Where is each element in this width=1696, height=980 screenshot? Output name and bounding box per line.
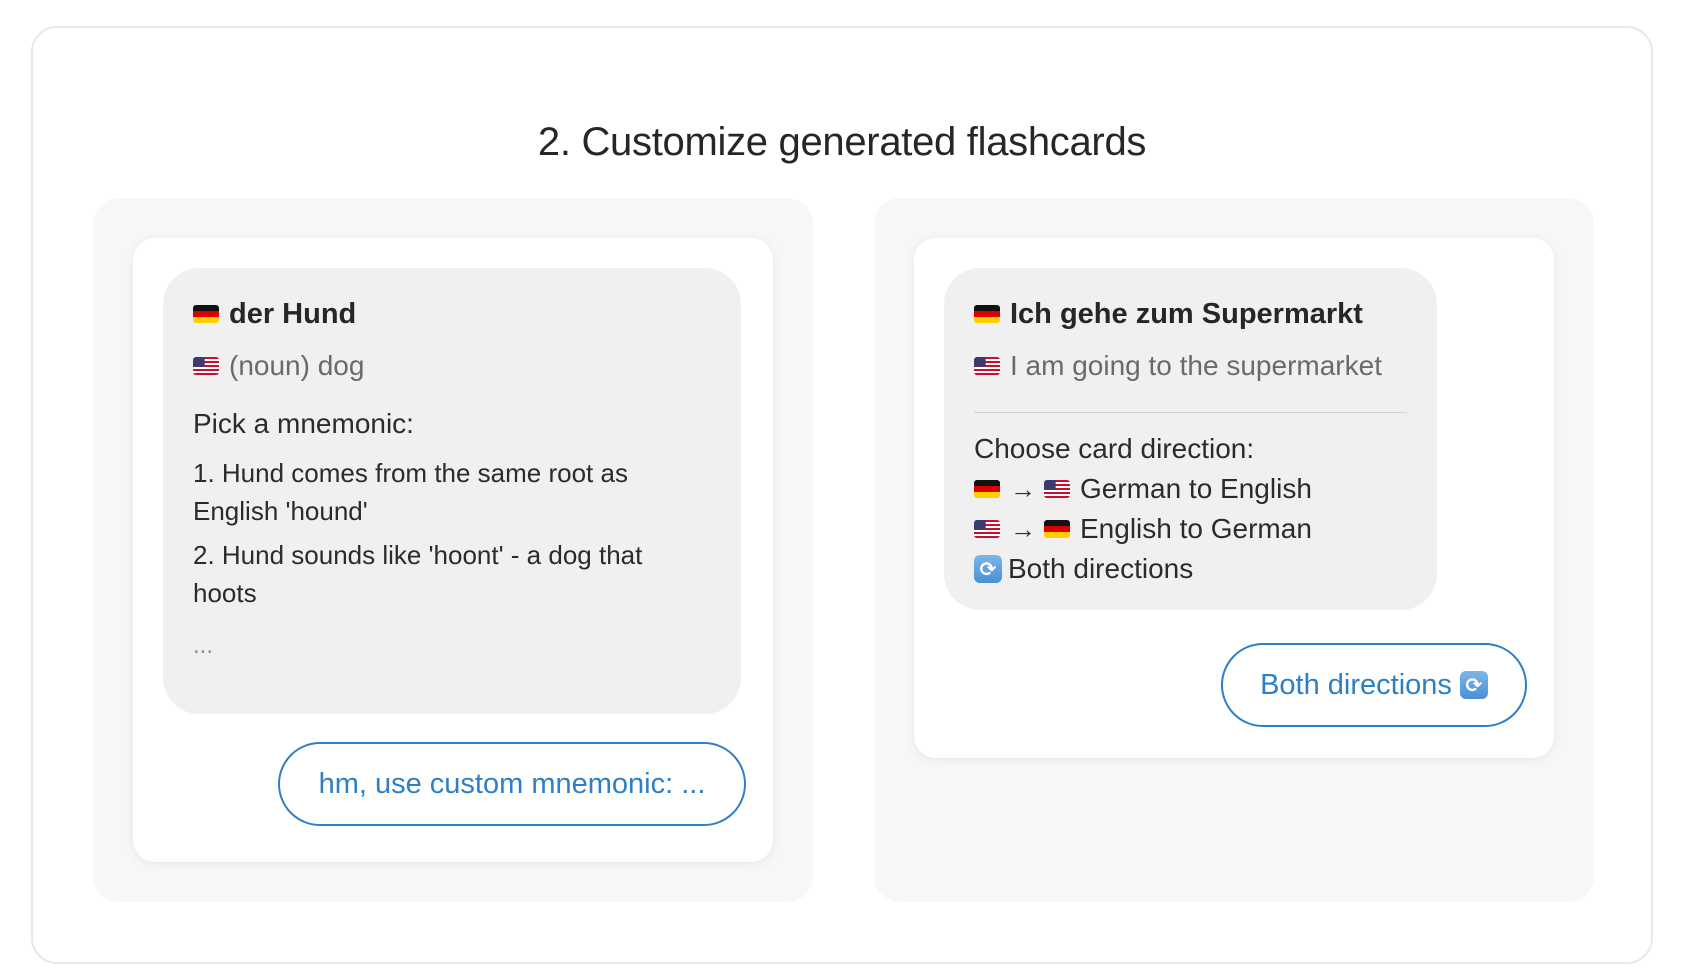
german-flag-icon	[974, 305, 1000, 323]
divider	[974, 412, 1407, 413]
us-flag-icon	[974, 520, 1000, 538]
chat-card: der Hund (noun) dog Pick a mnemonic: 1. …	[133, 238, 773, 862]
more-options-ellipsis: ...	[193, 632, 214, 659]
term-row: Ich gehe zum Supermarkt	[974, 294, 1407, 334]
german-flag-icon	[1044, 520, 1070, 538]
german-flag-icon	[193, 305, 219, 323]
direction-label: German to English	[1080, 473, 1312, 504]
direction-option-en-de: → English to German	[974, 509, 1407, 549]
term-text: Ich gehe zum Supermarkt	[1010, 297, 1363, 330]
german-flag-icon	[974, 480, 1000, 498]
translation-text: I am going to the supermarket	[1010, 350, 1382, 381]
mnemonic-prompt: Pick a mnemonic:	[193, 408, 414, 439]
term-row: der Hund	[193, 294, 711, 334]
direction-option-both: ⟳ Both directions	[974, 549, 1407, 589]
feature-section: 2. Customize generated flashcards der Hu…	[31, 26, 1653, 964]
section-title: 2. Customize generated flashcards	[537, 120, 1147, 164]
translation-row: I am going to the supermarket	[974, 346, 1407, 386]
chat-card: Ich gehe zum Supermarkt I am going to th…	[914, 238, 1554, 758]
direction-option-de-en: → German to English	[974, 469, 1407, 509]
mnemonic-option: 1. Hund comes from the same root as Engl…	[193, 458, 628, 526]
both-directions-reply-button[interactable]: Both directions ⟳	[1221, 643, 1527, 727]
bot-message-bubble: Ich gehe zum Supermarkt I am going to th…	[944, 268, 1437, 610]
us-flag-icon	[974, 357, 1000, 375]
arrow-right-icon: →	[1010, 473, 1036, 504]
term-text: der Hund	[229, 297, 357, 330]
translation-text: (noun) dog	[229, 350, 365, 381]
mnemonic-option: 2. Hund sounds like 'hoont' - a dog that…	[193, 540, 643, 608]
arrow-right-icon: →	[1010, 513, 1036, 544]
custom-mnemonic-reply-button[interactable]: hm, use custom mnemonic: ...	[278, 742, 746, 826]
us-flag-icon	[193, 357, 219, 375]
us-flag-icon	[1044, 480, 1070, 498]
swap-arrows-icon: ⟳	[974, 555, 1002, 583]
reply-label: Both directions	[1260, 668, 1452, 701]
direction-label: English to German	[1080, 513, 1312, 544]
direction-label: Both directions	[1008, 553, 1194, 584]
bot-message-bubble: der Hund (noun) dog Pick a mnemonic: 1. …	[163, 268, 741, 714]
swap-arrows-icon: ⟳	[1459, 671, 1488, 699]
direction-prompt: Choose card direction:	[974, 433, 1255, 464]
mnemonic-example-panel: der Hund (noun) dog Pick a mnemonic: 1. …	[93, 198, 813, 902]
direction-example-panel: Ich gehe zum Supermarkt I am going to th…	[874, 198, 1594, 902]
translation-row: (noun) dog	[193, 346, 711, 386]
reply-label: hm, use custom mnemonic: ...	[318, 767, 706, 800]
